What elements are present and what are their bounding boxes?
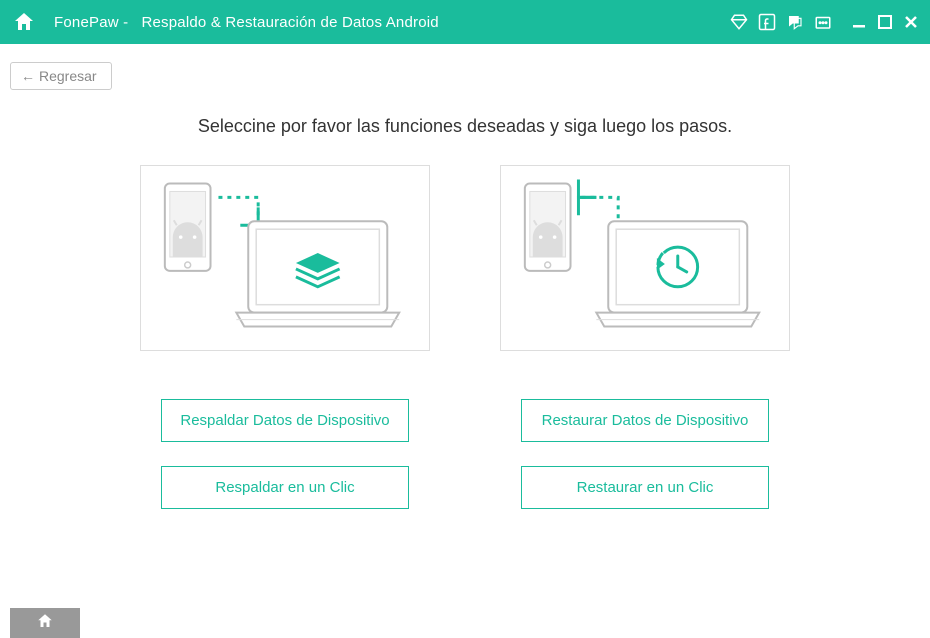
home-icon (36, 612, 54, 635)
titlebar-right (730, 13, 918, 31)
restore-illustration (500, 165, 790, 351)
backup-illustration (140, 165, 430, 351)
diamond-icon[interactable] (730, 13, 748, 31)
back-label: Regresar (39, 68, 97, 84)
backup-panel: Respaldar Datos de Dispositivo Respaldar… (140, 165, 430, 509)
app-name: FonePaw (54, 14, 119, 31)
backup-device-button[interactable]: Respaldar Datos de Dispositivo (161, 399, 409, 442)
main-area: Respaldar Datos de Dispositivo Respaldar… (0, 165, 930, 509)
module-name: Respaldo & Restauración de Datos Android (141, 14, 438, 31)
instruction-text: Seleccine por favor las funciones desead… (0, 116, 930, 137)
home-icon[interactable] (12, 10, 36, 34)
footer-home-tab[interactable] (10, 608, 80, 638)
content-area: ← Regresar Seleccine por favor las funci… (0, 44, 930, 638)
close-button[interactable] (904, 15, 918, 29)
facebook-icon[interactable] (758, 13, 776, 31)
app-title: FonePaw - Respaldo & Restauración de Dat… (54, 14, 439, 31)
backup-one-click-button[interactable]: Respaldar en un Clic (161, 466, 409, 509)
restore-one-click-button[interactable]: Restaurar en un Clic (521, 466, 769, 509)
back-arrow-icon: ← (21, 68, 35, 84)
restore-device-button[interactable]: Restaurar Datos de Dispositivo (521, 399, 769, 442)
restore-panel: Restaurar Datos de Dispositivo Restaurar… (500, 165, 790, 509)
feedback-icon[interactable] (786, 13, 804, 31)
menu-icon[interactable] (814, 13, 832, 31)
back-button[interactable]: ← Regresar (10, 62, 112, 90)
restore-buttons: Restaurar Datos de Dispositivo Restaurar… (500, 399, 790, 509)
minimize-button[interactable] (852, 15, 866, 29)
backup-buttons: Respaldar Datos de Dispositivo Respaldar… (140, 399, 430, 509)
titlebar: FonePaw - Respaldo & Restauración de Dat… (0, 0, 930, 44)
maximize-button[interactable] (878, 15, 892, 29)
window-controls (852, 15, 918, 29)
app-window: FonePaw - Respaldo & Restauración de Dat… (0, 0, 930, 638)
